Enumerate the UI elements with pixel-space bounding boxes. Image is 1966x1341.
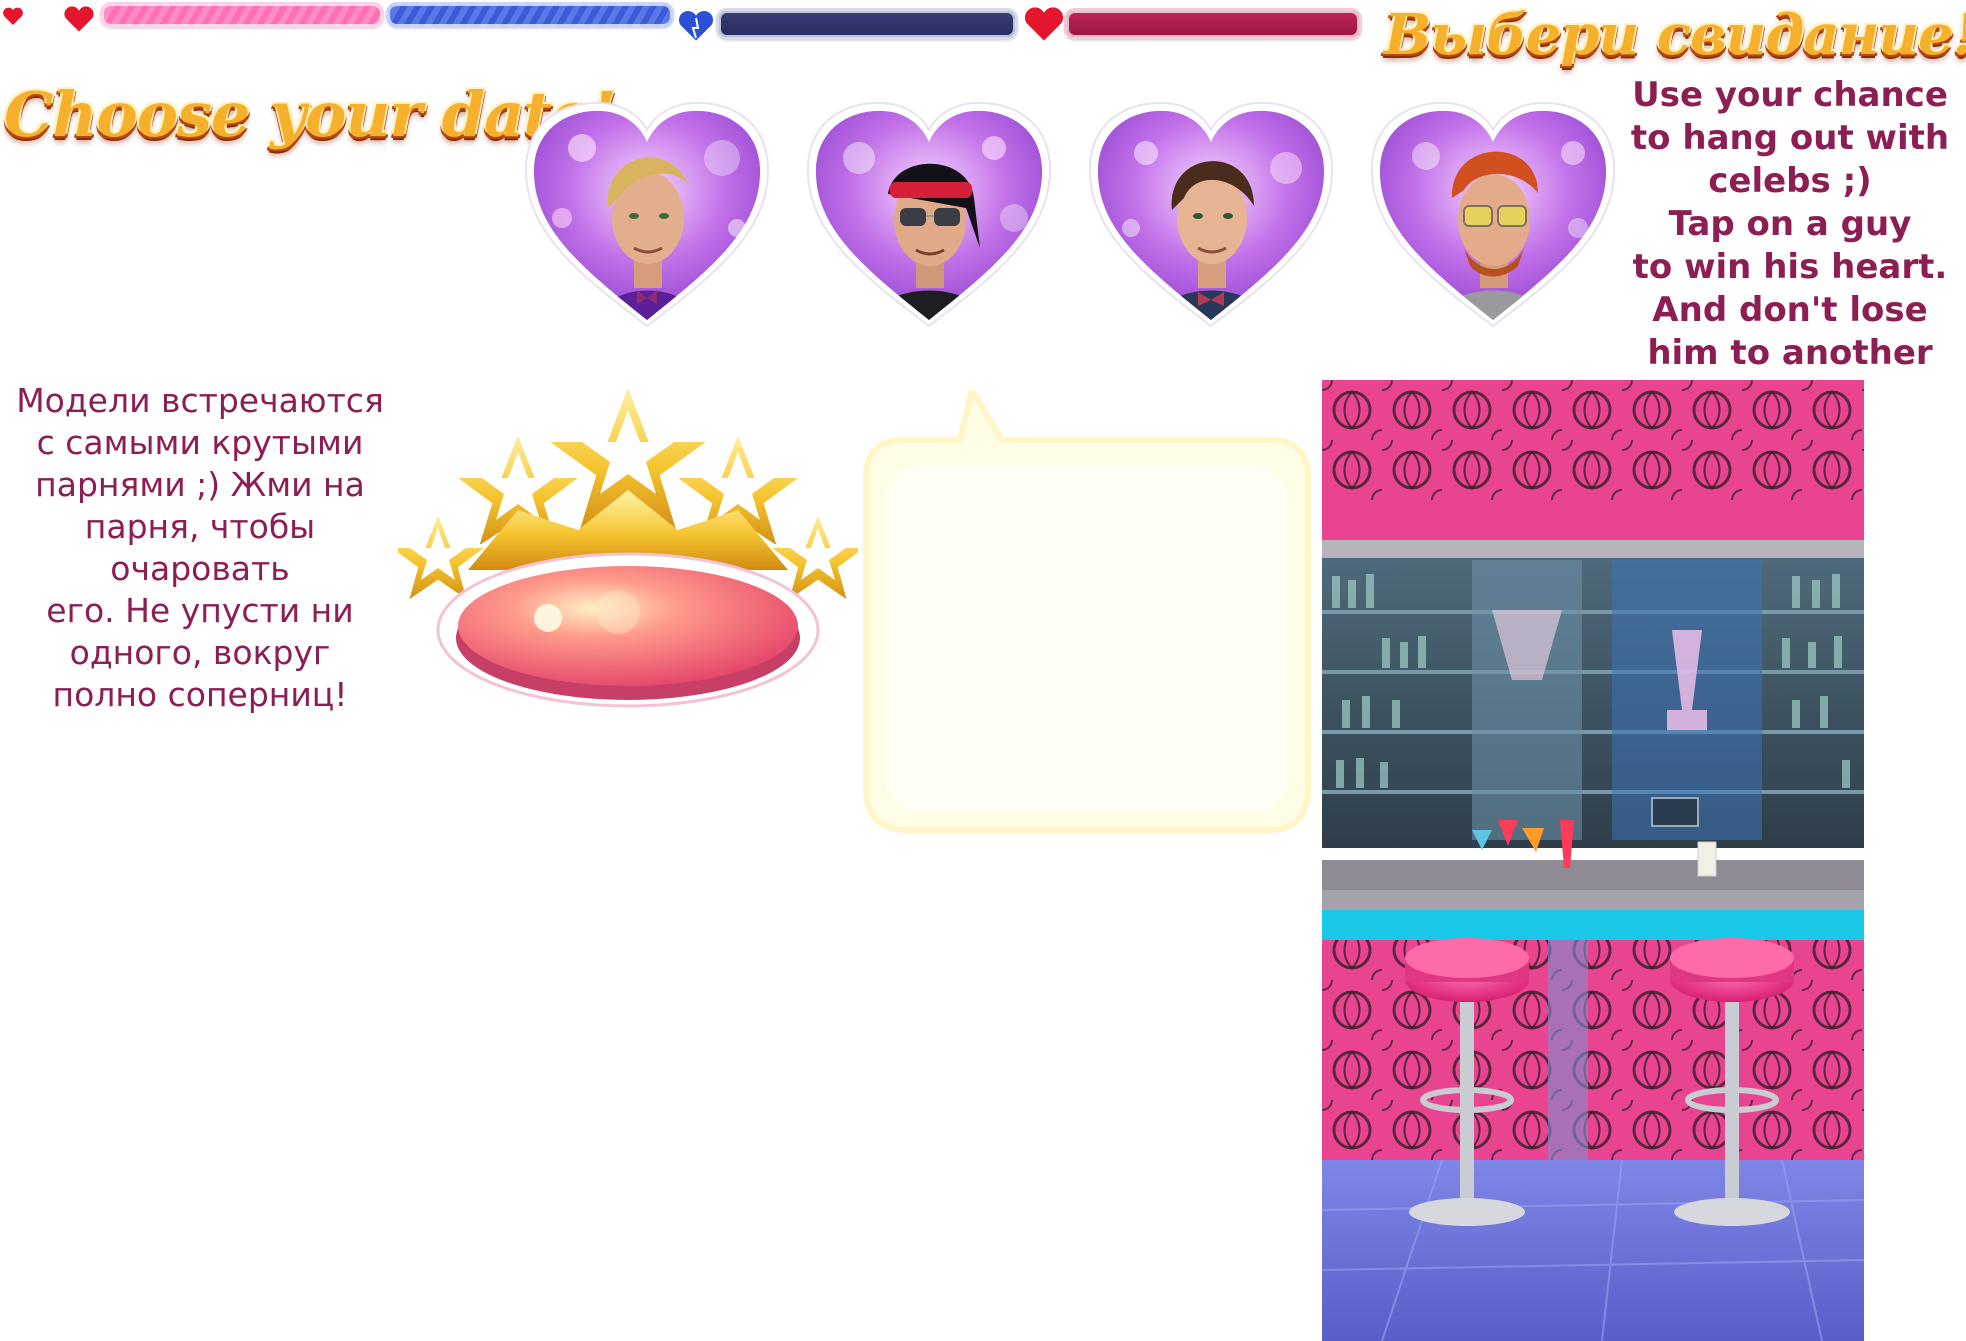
progress-bar-navy bbox=[716, 8, 1018, 40]
date-candidate-blonde[interactable] bbox=[522, 98, 772, 328]
date-candidate-brunette[interactable] bbox=[1086, 98, 1336, 328]
progress-bar-crimson bbox=[1064, 8, 1362, 40]
title-russian: Выбери свидание! bbox=[1384, 2, 1966, 68]
instructions-english: Use your chance to hang out with celebs … bbox=[1630, 75, 1950, 416]
small-heart-icon bbox=[2, 6, 24, 26]
red-heart-icon bbox=[62, 4, 96, 34]
progress-bar-pink bbox=[100, 2, 384, 28]
cocktail-bar-background bbox=[1322, 380, 1864, 1341]
five-star-crown-badge bbox=[379, 376, 877, 710]
blue-heart-icon bbox=[676, 8, 716, 44]
instructions-russian: Модели встречаются с самыми крутыми парн… bbox=[16, 381, 384, 714]
progress-bar-blue bbox=[386, 2, 674, 28]
date-candidate-redhead[interactable] bbox=[1368, 98, 1618, 328]
empty-speech-bubble bbox=[862, 382, 1312, 835]
red-heart-icon bbox=[1022, 4, 1066, 44]
date-candidate-bandana[interactable] bbox=[804, 98, 1054, 328]
